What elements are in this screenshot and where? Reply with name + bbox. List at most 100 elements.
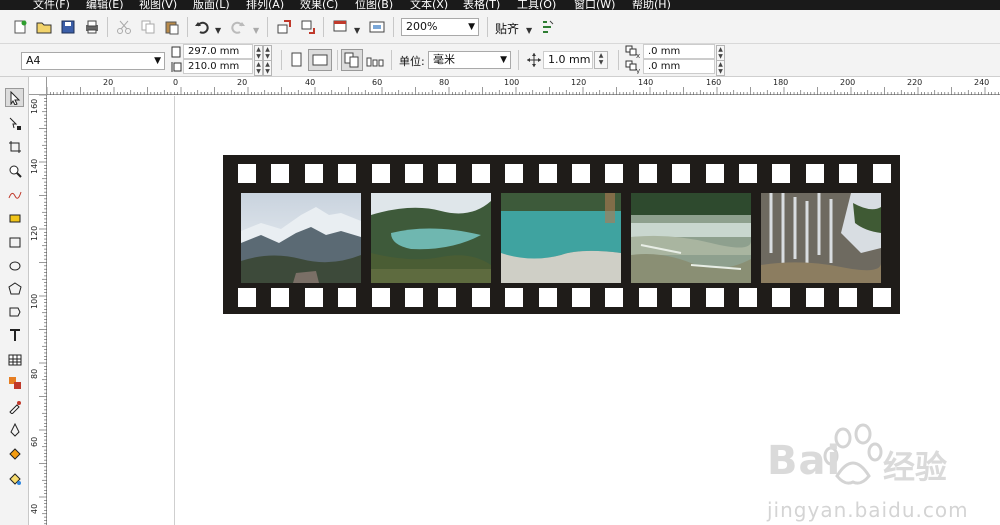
duplicate-y-field[interactable]: .0 mm: [643, 59, 715, 74]
film-perforation: [672, 288, 691, 307]
redo-dropdown-icon[interactable]: ▼: [253, 26, 259, 35]
duplicate-y-spinner[interactable]: ▲ ▼: [716, 60, 725, 76]
photo-travertine-terraces[interactable]: [631, 193, 751, 283]
chevron-down-icon: ▼: [154, 56, 161, 66]
copy-icon[interactable]: [139, 18, 157, 36]
photo-snow-mountain[interactable]: [241, 193, 361, 283]
zoom-tool-icon[interactable]: [5, 161, 24, 180]
snap-dropdown-icon[interactable]: ▼: [526, 26, 532, 35]
welcome-screen-icon[interactable]: [368, 18, 386, 36]
eyedropper-tool-icon[interactable]: [5, 397, 24, 416]
menu-help[interactable]: 帮助(H): [632, 0, 671, 10]
ruler-tick-label: 240: [974, 78, 990, 87]
menu-text[interactable]: 文本(X): [410, 0, 448, 10]
menu-edit[interactable]: 编辑(E): [86, 0, 124, 10]
freehand-tool-icon[interactable]: [5, 185, 24, 204]
page-height-field[interactable]: 210.0 mm: [183, 59, 253, 74]
duplicate-x-field[interactable]: .0 mm: [643, 44, 715, 59]
menu-view[interactable]: 视图(V): [139, 0, 177, 10]
ruler-tick-label: 160: [706, 78, 722, 87]
interactive-fill-tool-icon[interactable]: [5, 469, 24, 488]
save-icon[interactable]: [59, 18, 77, 36]
duplicate-x-value: .0 mm: [648, 46, 681, 57]
undo-icon[interactable]: [193, 18, 211, 36]
photo-turquoise-water[interactable]: [501, 193, 621, 283]
paste-icon[interactable]: [163, 18, 181, 36]
ruler-origin-corner[interactable]: [29, 77, 47, 95]
width-spinner[interactable]: ▲ ▼: [254, 45, 263, 61]
width-spinner-alt[interactable]: ▲ ▼: [263, 45, 272, 61]
nudge-spinner[interactable]: ▲ ▼: [594, 51, 608, 69]
export-icon[interactable]: [299, 18, 317, 36]
height-spinner[interactable]: ▲ ▼: [254, 60, 263, 76]
all-pages-button[interactable]: [341, 49, 363, 71]
nudge-distance-field[interactable]: 1.0 mm: [543, 51, 593, 69]
menu-table[interactable]: 表格(T): [463, 0, 500, 10]
launcher-dropdown-icon[interactable]: ▼: [354, 26, 360, 35]
separator: [323, 17, 324, 37]
print-icon[interactable]: [83, 18, 101, 36]
new-document-icon[interactable]: [11, 18, 29, 36]
menu-layout[interactable]: 版面(L): [193, 0, 230, 10]
horizontal-ruler[interactable]: 20 0 20 40 60 80 100 120 140 160 180 200…: [47, 77, 1000, 95]
film-perforation: [839, 288, 858, 307]
cut-icon[interactable]: [115, 18, 133, 36]
watermark-brand: Bai: [767, 438, 842, 484]
blend-tool-icon[interactable]: [5, 373, 24, 392]
film-strip[interactable]: [223, 155, 900, 314]
crop-tool-icon[interactable]: [5, 137, 24, 156]
duplicate-x-spinner[interactable]: ▲ ▼: [716, 45, 725, 61]
unit-select[interactable]: 毫米 ▼: [428, 51, 511, 69]
menu-effects[interactable]: 效果(C): [300, 0, 338, 10]
import-icon[interactable]: [275, 18, 293, 36]
separator: [518, 50, 519, 70]
text-tool-icon[interactable]: [5, 325, 24, 344]
page-width-field[interactable]: 297.0 mm: [183, 44, 253, 59]
fill-tool-icon[interactable]: [5, 444, 24, 463]
film-perforation: [505, 164, 524, 183]
ellipse-tool-icon[interactable]: [5, 256, 24, 275]
turquoise-water-image: [501, 193, 621, 283]
ruler-tick-label: 40: [30, 503, 39, 514]
height-spinner-alt[interactable]: ▲ ▼: [263, 60, 272, 76]
redo-icon[interactable]: [229, 18, 247, 36]
snap-to-label[interactable]: 贴齐: [495, 20, 519, 37]
menu-window[interactable]: 窗口(W): [574, 0, 615, 10]
page-width-icon: [170, 45, 182, 59]
ruler-tick-label: 20: [103, 78, 114, 87]
polygon-tool-icon[interactable]: [5, 279, 24, 298]
menu-tools[interactable]: 工具(O): [517, 0, 556, 10]
portrait-icon[interactable]: [288, 51, 306, 69]
baidu-jingyan-watermark: Bai 经验 jingyan.baidu.com: [765, 420, 1000, 525]
menu-arrange[interactable]: 排列(A): [246, 0, 284, 10]
open-folder-icon[interactable]: [35, 18, 53, 36]
film-perforation: [371, 288, 390, 307]
photo-waterfall-cliff[interactable]: [761, 193, 881, 283]
undo-dropdown-icon[interactable]: ▼: [215, 26, 221, 35]
menu-bitmaps[interactable]: 位图(B): [355, 0, 393, 10]
photo-lake-valley[interactable]: [371, 193, 491, 283]
shape-tool-icon[interactable]: [5, 114, 24, 133]
ruler-tick-label: 120: [571, 78, 587, 87]
landscape-button[interactable]: [308, 49, 332, 71]
rectangle-tool-icon[interactable]: [5, 232, 24, 251]
page-size-select[interactable]: A4 ▼: [21, 52, 165, 70]
svg-text:y: y: [636, 67, 640, 74]
current-page-icon[interactable]: [366, 51, 384, 69]
outline-pen-tool-icon[interactable]: [5, 420, 24, 439]
page-height-icon: [170, 60, 182, 74]
vertical-ruler[interactable]: 160 140 120 100 80 60 40: [29, 95, 47, 525]
chevron-down-icon: ▼: [468, 22, 475, 32]
pick-tool-icon[interactable]: [5, 88, 24, 107]
page-height-value: 210.0 mm: [188, 61, 240, 72]
application-launcher-icon[interactable]: [331, 18, 349, 36]
travertine-terraces-image: [631, 193, 751, 283]
options-icon[interactable]: [539, 18, 557, 36]
basic-shapes-tool-icon[interactable]: [5, 302, 24, 321]
table-tool-icon[interactable]: [5, 350, 24, 369]
smart-fill-tool-icon[interactable]: [5, 207, 24, 226]
zoom-level-select[interactable]: 200% ▼: [401, 18, 479, 36]
film-perforation: [304, 164, 323, 183]
film-perforation: [505, 288, 524, 307]
menu-file[interactable]: 文件(F): [33, 0, 70, 10]
